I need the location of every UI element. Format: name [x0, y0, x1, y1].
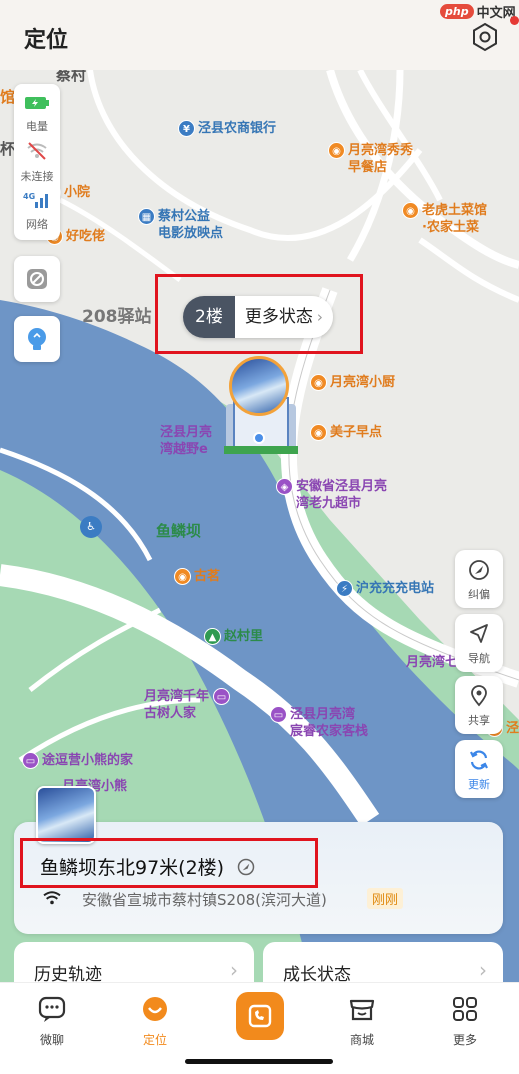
video-call-button[interactable]	[236, 992, 284, 1040]
location-address: 安徽省宣城市蔡村镇S208(滨河大道)	[82, 891, 327, 909]
notification-dot	[510, 16, 519, 25]
share-location-button[interactable]: 共享	[455, 676, 503, 734]
battery-label: 电量	[26, 120, 48, 133]
network-label: 网络	[26, 218, 48, 231]
watermark: php 中文网	[440, 2, 519, 25]
wifi-off-icon	[27, 142, 47, 160]
poi-bear-home[interactable]: ▭ 途逗营小熊的家	[22, 752, 133, 769]
hotel-icon: ▭	[22, 752, 39, 769]
charging-icon: ⚡	[336, 580, 353, 597]
poi-offroad[interactable]: 泾县月亮 湾越野e	[160, 424, 212, 458]
store-icon	[349, 999, 375, 1021]
block-icon	[27, 269, 47, 289]
poi-charging[interactable]: ⚡ 沪充充充电站	[336, 580, 434, 597]
chevron-right-icon: ›	[479, 958, 487, 982]
map-label-edge-1: 馆	[0, 88, 16, 106]
disable-button[interactable]	[14, 256, 60, 302]
cinema-icon: ▦	[138, 208, 155, 225]
signal-icon	[35, 194, 48, 208]
map-label-edge-2: 杯	[0, 140, 16, 158]
tea-icon: ◉	[174, 568, 191, 585]
chevron-right-icon: ›	[230, 958, 238, 982]
restaurant-icon: ◉	[310, 374, 327, 391]
restroom-icon: ♿	[80, 516, 102, 538]
poi-ancient-tree[interactable]: 月亮湾千年 古树人家 ▭	[144, 688, 233, 722]
poi-breakfast[interactable]: ◉ 月亮湾秀秀 早餐店	[328, 142, 413, 176]
time-badge: 刚刚	[367, 888, 404, 909]
settings-hexagon-icon[interactable]	[470, 22, 500, 52]
scenic-icon: ▲	[204, 628, 221, 645]
bank-icon: ¥	[178, 120, 195, 137]
highlight-box-floor	[155, 274, 363, 354]
light-button[interactable]	[14, 316, 60, 362]
home-indicator	[185, 1059, 333, 1064]
poi-guming[interactable]: ◉ 古茗	[174, 568, 220, 585]
navigate-button[interactable]: 导航	[455, 614, 503, 672]
app-header: 定位 php 中文网	[0, 0, 519, 70]
poi-bank[interactable]: ¥ 泾县农商银行	[178, 120, 276, 137]
hotel-icon: ▭	[213, 688, 231, 705]
battery-icon	[25, 97, 49, 109]
poi-zhaocun[interactable]: ▲ 赵村里	[204, 628, 263, 645]
poi-tiger-restaurant[interactable]: ◉ 老虎土菜馆 ·农家土菜	[402, 202, 487, 236]
map-label-dam: 鱼鳞坝	[156, 522, 202, 540]
page-title: 定位	[24, 28, 69, 53]
map-label-station: 208驿站	[82, 307, 152, 327]
poi-cinema[interactable]: ▦ 蔡村公益 电影放映点	[138, 208, 223, 242]
location-face-icon	[143, 997, 167, 1021]
grid-icon	[453, 997, 477, 1021]
restaurant-icon: ◉	[310, 424, 327, 441]
wifi-label: 未连接	[20, 170, 54, 183]
avatar[interactable]	[36, 786, 96, 844]
device-status-panel: 电量 未连接 4G 网络	[14, 84, 60, 240]
restaurant-icon: ◉	[328, 142, 345, 159]
poi-supermarket[interactable]: ◈ 安徽省泾县月亮 湾老九超市	[276, 478, 387, 512]
calibrate-button[interactable]: 纠偏	[455, 550, 503, 608]
hotel-icon: ▭	[270, 706, 287, 723]
chat-icon	[38, 996, 66, 1022]
restaurant-icon: ◉	[402, 202, 419, 219]
wifi-icon	[43, 891, 61, 905]
poi-meizi[interactable]: ◉ 美子早点	[310, 424, 382, 441]
refresh-button[interactable]: 更新	[455, 740, 503, 798]
poi-kitchen[interactable]: ◉ 月亮湾小厨	[310, 374, 395, 391]
lightbulb-icon	[28, 328, 46, 350]
refresh-icon	[470, 750, 488, 770]
shop-icon: ◈	[276, 478, 293, 495]
location-marker-avatar[interactable]	[229, 356, 289, 416]
highlight-box-location	[20, 838, 318, 888]
navigate-icon	[470, 624, 488, 643]
location-marker-dot	[253, 432, 265, 444]
video-call-icon	[248, 1004, 272, 1028]
calibrate-icon	[469, 560, 489, 580]
share-location-icon	[471, 685, 487, 707]
poi-guesthouse[interactable]: ▭ 泾县月亮湾 宸睿农家客栈	[270, 706, 368, 740]
